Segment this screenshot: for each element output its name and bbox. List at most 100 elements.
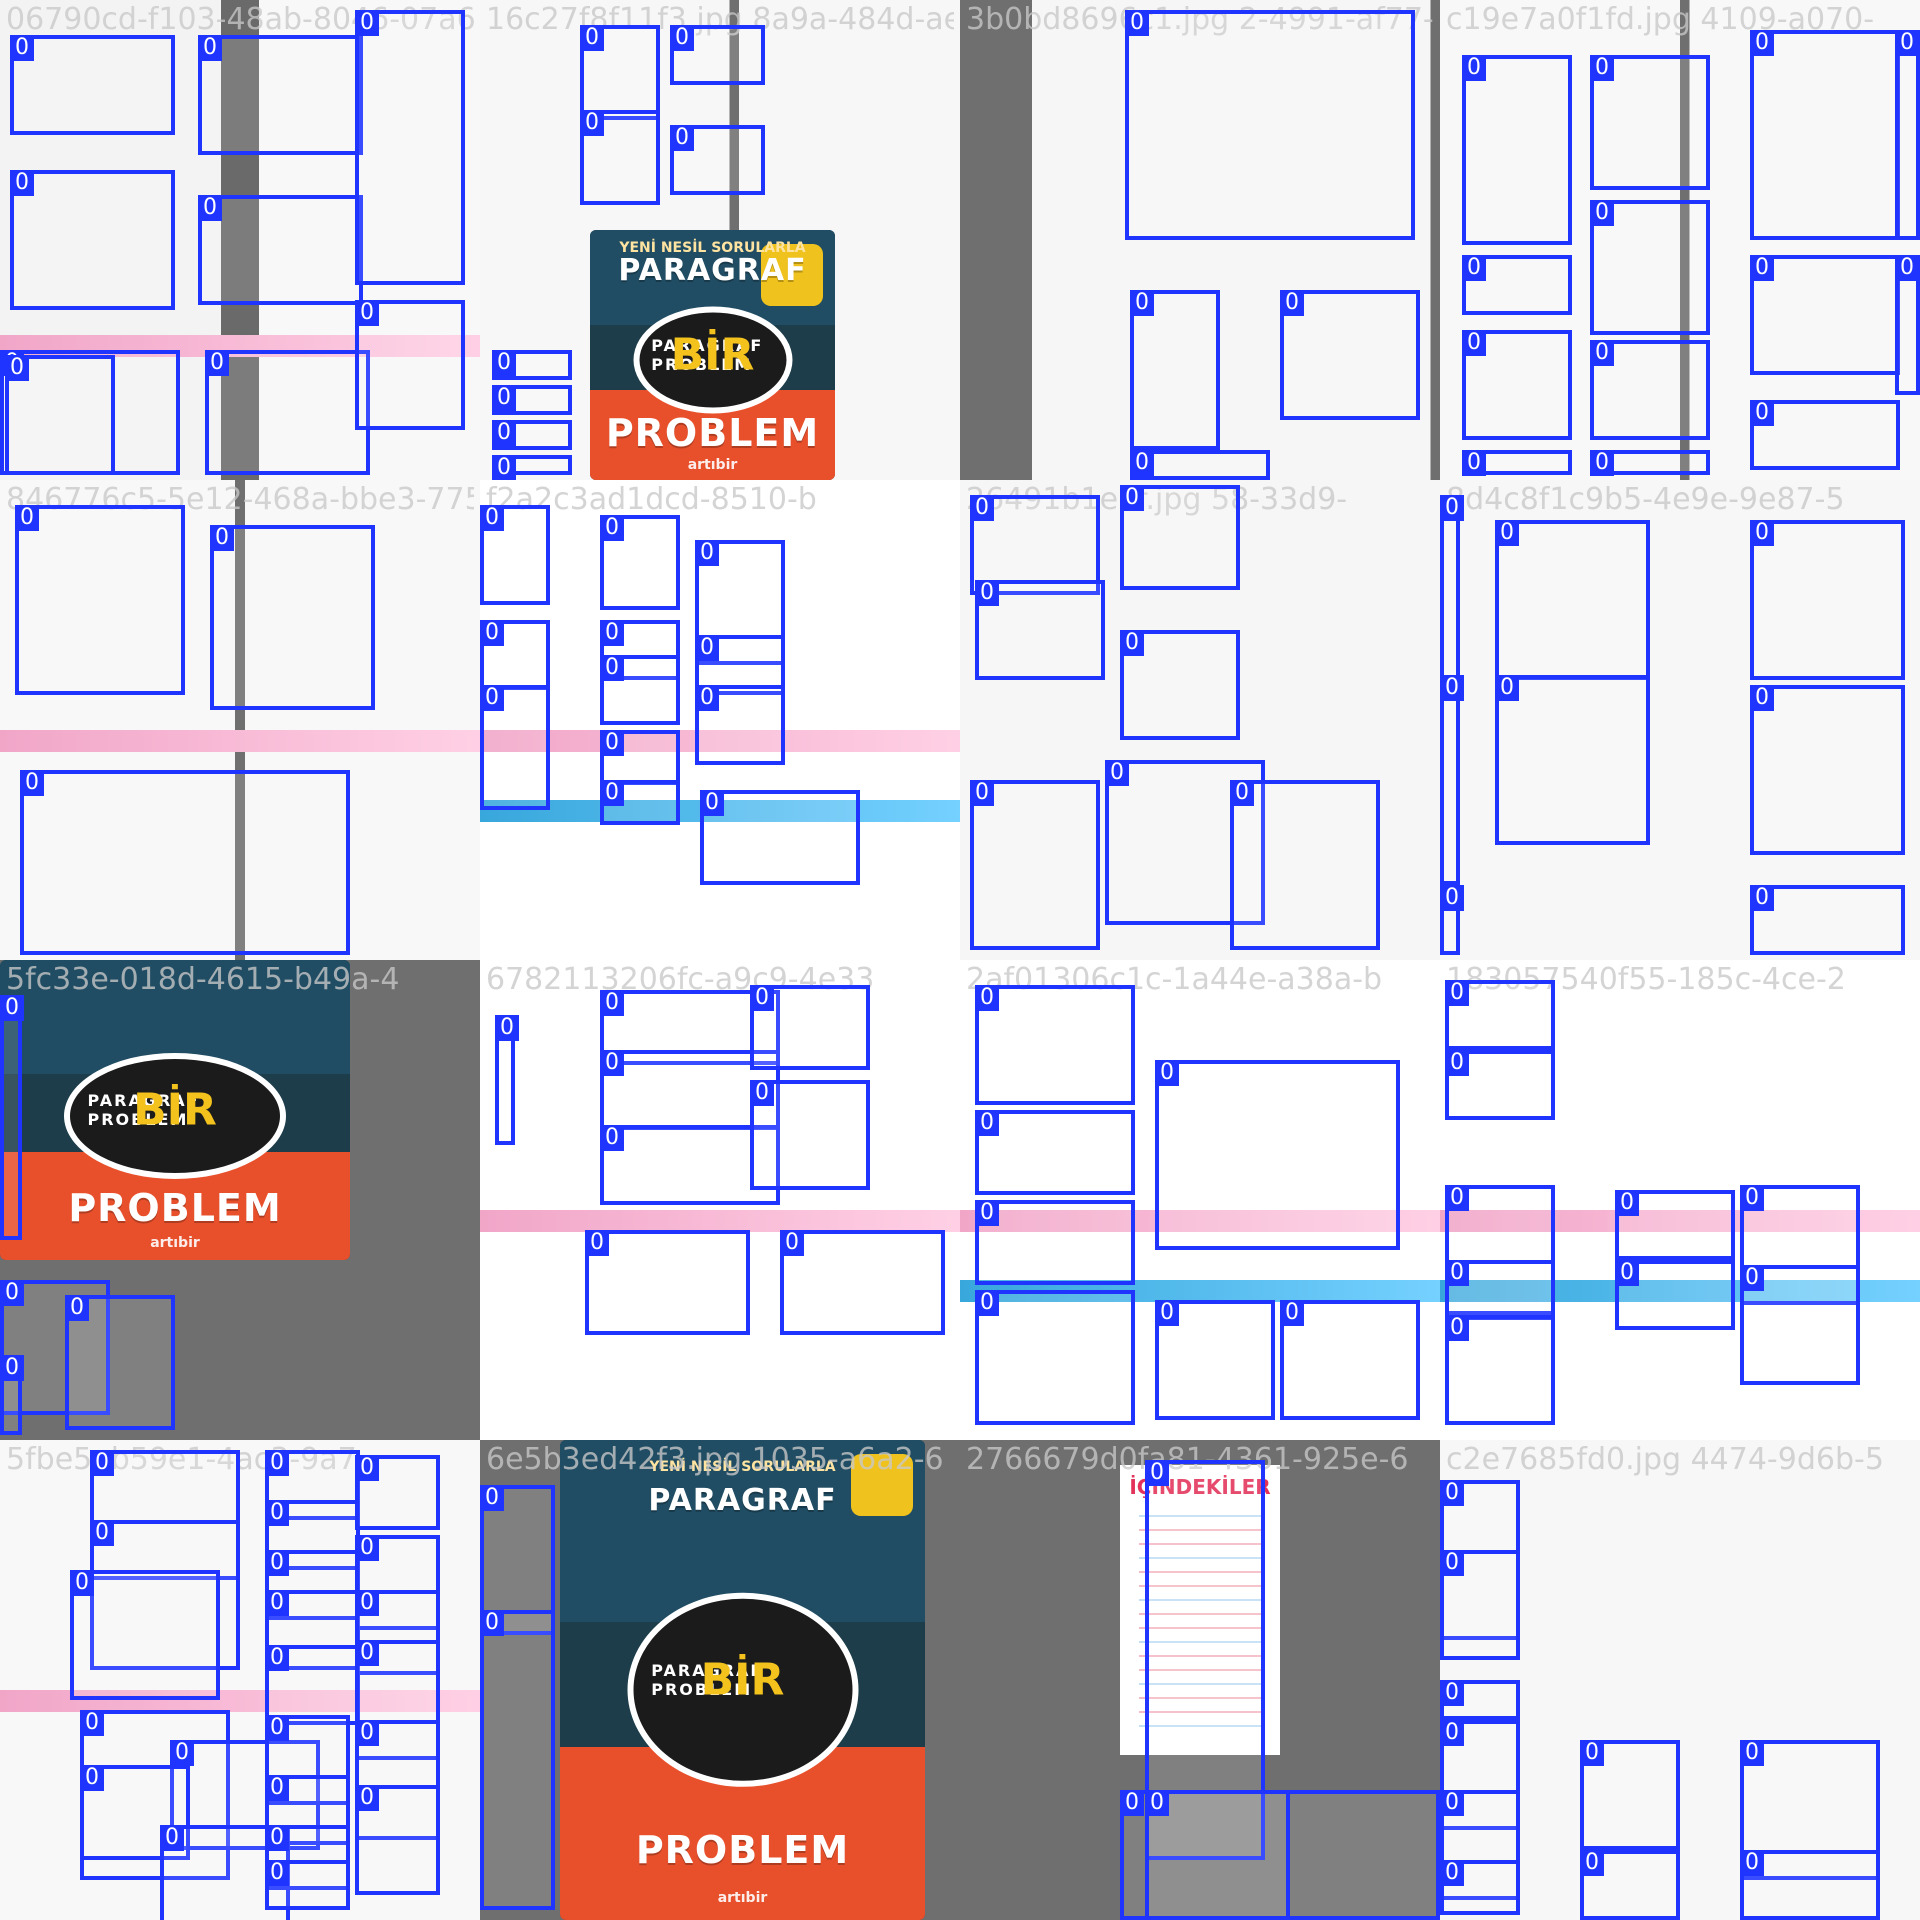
detection-box: 0 [0, 1355, 24, 1435]
detection-label: 0 [1440, 495, 1464, 521]
detection-box: 0 [670, 25, 765, 85]
detection-label: 0 [265, 1775, 289, 1801]
detection-label: 0 [355, 10, 379, 36]
detection-box: 0 [695, 685, 785, 765]
detection-label: 0 [1740, 1265, 1764, 1291]
detection-label: 0 [495, 1015, 519, 1041]
detection-box: 0 [70, 1570, 220, 1700]
detection-box: 0 [1590, 200, 1710, 335]
detection-label: 0 [160, 1825, 184, 1851]
detection-box: 0 [975, 1200, 1135, 1285]
cover-center-word: BİR [700, 1654, 785, 1706]
detection-box: 0 [1445, 1050, 1555, 1120]
detection-label: 0 [265, 1645, 289, 1671]
detection-label: 0 [0, 1355, 24, 1381]
detection-label: 0 [1750, 520, 1774, 546]
detection-label: 0 [1145, 1790, 1169, 1816]
detection-box: 0 [492, 350, 572, 380]
detection-box: 0 [480, 505, 550, 605]
detection-label: 0 [1462, 55, 1486, 81]
cover-bottom-small: artıbir [717, 1889, 768, 1906]
detection-label: 0 [695, 635, 719, 661]
detection-box: 0 [1590, 55, 1710, 190]
cover-center-word: BİR [133, 1084, 217, 1136]
detection-label: 0 [20, 770, 44, 796]
detection-label: 0 [1445, 1185, 1469, 1211]
detection-label: 0 [585, 1230, 609, 1256]
detection-label: 0 [492, 420, 516, 446]
detection-box: 0 [1615, 1260, 1735, 1330]
cover-top-small: YENİ NESİL SORULARLA [649, 1459, 836, 1476]
detection-label: 0 [1750, 30, 1774, 56]
detection-box: 0 [355, 1785, 440, 1895]
detection-box: 0 [1895, 255, 1920, 395]
detection-label: 0 [580, 25, 604, 51]
detection-box: 0 [1120, 630, 1240, 740]
mosaic-tile-t03: c19e7a0f1fd.jpg 4109-a070- 0 0 0 0 0 0 0 0 0 0 0 0 0 [1440, 0, 1920, 480]
detection-label: 0 [1445, 980, 1469, 1006]
detection-box: 0 [1462, 255, 1572, 315]
detection-label: 0 [1440, 1720, 1464, 1746]
detection-label: 0 [80, 1710, 104, 1736]
detection-box: 0 [15, 505, 185, 695]
detection-box: 0 [198, 35, 363, 155]
detection-label: 0 [1155, 1060, 1179, 1086]
detection-box: 0 [1280, 290, 1420, 420]
detection-label: 0 [1120, 1790, 1144, 1816]
detection-label: 0 [1750, 685, 1774, 711]
book-cover: YENİ NESİL SORULARLA PARAGRAF PARAGRAF PRO… [560, 1440, 925, 1920]
mosaic-tile-t31: YENİ NESİL SORULARLA PARAGRAF PARAGRAF PRO… [480, 1440, 960, 1920]
detection-label: 0 [1740, 1850, 1764, 1876]
detection-box: 0 [492, 455, 572, 480]
detection-label: 0 [600, 780, 624, 806]
detection-label: 0 [1280, 1300, 1304, 1326]
detection-label: 0 [750, 1080, 774, 1106]
detection-box: 0 [670, 125, 765, 195]
detection-label: 0 [780, 1230, 804, 1256]
detection-label: 0 [1155, 1300, 1179, 1326]
cover-center-word: BİR [670, 329, 755, 381]
detection-label: 0 [1615, 1260, 1639, 1286]
mosaic-tile-t32: İÇİNDEKİLER 2766679d0fa81-4361-925e-6 0 0 0 [960, 1440, 1440, 1920]
detection-box: 0 [492, 385, 572, 415]
detection-label: 0 [80, 1765, 104, 1791]
detection-label: 0 [1230, 780, 1254, 806]
detection-label: 0 [580, 110, 604, 136]
detection-box: 0 [5, 355, 115, 475]
detection-box: 0 [750, 985, 870, 1070]
mosaic-tile-t23: 183057540f55-185c-4ce-2 0 0 0 0 0 0 0 0 0 [1440, 960, 1920, 1440]
detection-box: 0 [1580, 1740, 1680, 1850]
detection-label: 0 [355, 1535, 379, 1561]
detection-label: 0 [1740, 1740, 1764, 1766]
detection-label: 0 [975, 1200, 999, 1226]
detection-label: 0 [1120, 485, 1144, 511]
detection-label: 0 [1590, 340, 1614, 366]
detection-label: 0 [5, 355, 29, 381]
mosaic-tile-t30: 5fbe5eb59e1-4ac3-9a7- 0 0 0 0 0 0 0 0 0 0 0 0 0 0 0 0 0 0 0… [0, 1440, 480, 1920]
detection-label: 0 [355, 1455, 379, 1481]
detection-label: 0 [0, 995, 24, 1021]
detection-label: 0 [1120, 630, 1144, 656]
detection-box: 0 [975, 580, 1105, 680]
detection-label: 0 [1445, 1050, 1469, 1076]
detection-box: 0 [1445, 980, 1555, 1050]
detection-box: 0 [1615, 1190, 1735, 1260]
detection-label: 0 [70, 1570, 94, 1596]
detection-box: 0 [1440, 1680, 1520, 1720]
mosaic-tile-t20: PARAGRAF PROBLEM BİR PROBLEM artıbir 5fc33e-… [0, 960, 480, 1440]
detection-box: 0 [580, 110, 660, 205]
detection-label: 0 [65, 1295, 89, 1321]
cover-top-title: PARAGRAF [618, 252, 807, 288]
detection-box: 0 [1495, 520, 1650, 680]
detection-label: 0 [1750, 885, 1774, 911]
detection-label: 0 [695, 685, 719, 711]
detection-label: 0 [15, 505, 39, 531]
detection-label: 0 [265, 1860, 289, 1886]
detection-label: 0 [90, 1520, 114, 1546]
detection-label: 0 [10, 170, 34, 196]
detection-label: 0 [1750, 255, 1774, 281]
detection-box: 0 [1495, 675, 1650, 845]
detection-label: 0 [600, 620, 624, 646]
detection-label: 0 [265, 1715, 289, 1741]
detection-label: 0 [600, 1050, 624, 1076]
